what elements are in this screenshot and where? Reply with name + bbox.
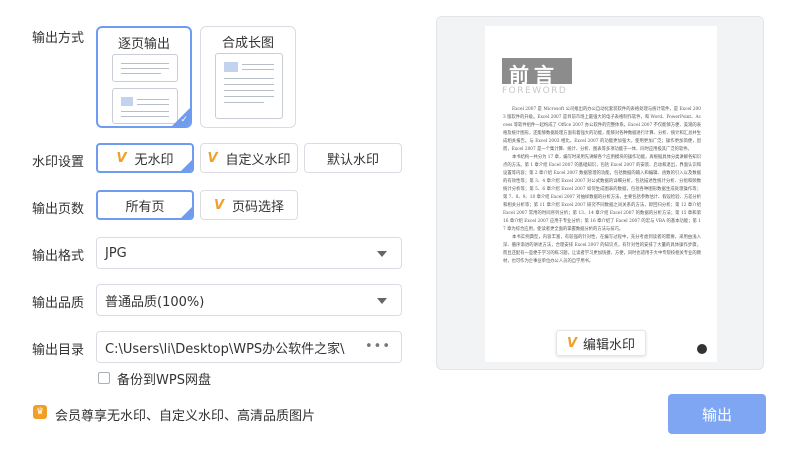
quality-label: 输出品质 — [32, 296, 85, 311]
preview-paragraph: Excel 2007 是 Microsoft 公司推出的办公自动化套装软件的表格… — [503, 107, 701, 152]
pages-all-button[interactable]: 所有页 — [96, 190, 194, 220]
v-watermark-icon: V — [213, 197, 225, 213]
pages-label: 输出页数 — [32, 202, 85, 217]
watermark-none-label: 无水印 — [134, 152, 174, 168]
preview-paragraph: 本书实例典型，内容丰富，有较强的针对性，在编写过程中，充分考虑到读者的需要，采用… — [503, 235, 701, 264]
preview-subheading: FOREWORD — [502, 86, 568, 96]
watermark-default-label: 默认水印 — [326, 152, 379, 168]
watermark-default-button[interactable]: 默认水印 — [304, 143, 402, 173]
long-image-thumb — [215, 53, 283, 119]
watermark-label: 水印设置 — [32, 155, 85, 170]
export-button[interactable]: 输出 — [668, 394, 766, 434]
format-select[interactable]: JPG — [96, 237, 402, 269]
per-page-thumb-bottom — [112, 88, 178, 124]
preview-page: 前言 FOREWORD Excel 2007 是 Microsoft 公司推出的… — [485, 26, 717, 362]
crown-icon: ♛ — [33, 405, 47, 419]
check-corner-icon — [181, 207, 192, 218]
directory-field[interactable]: C:\Users\li\Desktop\WPS办公软件之家\ ••• — [96, 331, 402, 363]
pages-select-button[interactable]: V 页码选择 — [200, 190, 298, 220]
output-mode-label: 输出方式 — [32, 31, 85, 46]
vip-note: 会员尊享无水印、自定义水印、高清品质图片 — [55, 409, 316, 424]
preview-panel: 前言 FOREWORD Excel 2007 是 Microsoft 公司推出的… — [436, 16, 764, 370]
mode-per-page-card[interactable]: 逐页输出 ✓ — [96, 26, 192, 128]
v-watermark-icon: V — [566, 335, 578, 351]
watermark-custom-label: 自定义水印 — [225, 152, 291, 168]
preview-body: Excel 2007 是 Microsoft 公司推出的办公自动化套装软件的表格… — [503, 106, 701, 336]
check-corner-icon — [181, 160, 192, 171]
directory-value: C:\Users\li\Desktop\WPS办公软件之家\ — [105, 341, 345, 357]
mode-long-image-label: 合成长图 — [221, 36, 274, 51]
checkmark-icon: ✓ — [180, 115, 188, 125]
v-watermark-icon: V — [116, 150, 127, 166]
per-page-thumb-top — [112, 54, 178, 82]
backup-label[interactable]: 备份到WPS网盘 — [117, 369, 211, 388]
quality-value: 普通品质(100%) — [105, 294, 205, 310]
edit-watermark-label: 编辑水印 — [583, 337, 636, 353]
preview-paragraph: 本书结构一共分为 17 章，编写时采用先讲解各个应用模块的操作功能，再根据具体分… — [503, 155, 701, 232]
chevron-down-icon — [377, 251, 387, 257]
backup-checkbox[interactable] — [98, 372, 110, 384]
chevron-down-icon — [377, 298, 387, 304]
directory-label: 输出目录 — [32, 343, 85, 358]
watermark-custom-button[interactable]: V 自定义水印 — [200, 143, 298, 173]
watermark-none-button[interactable]: V 无水印 — [96, 143, 194, 173]
quality-select[interactable]: 普通品质(100%) — [96, 284, 402, 316]
mode-long-image-card[interactable]: 合成长图 — [200, 26, 296, 128]
format-label: 输出格式 — [32, 249, 85, 264]
v-watermark-icon: V — [207, 150, 218, 166]
pages-all-label: 所有页 — [125, 199, 165, 215]
mode-per-page-label: 逐页输出 — [117, 37, 170, 52]
page-marker-dot — [697, 344, 707, 354]
pages-select-label: 页码选择 — [232, 199, 285, 215]
ellipsis-icon[interactable]: ••• — [365, 339, 391, 354]
format-value: JPG — [105, 245, 127, 261]
preview-heading: 前言 — [509, 63, 559, 87]
edit-watermark-button[interactable]: V 编辑水印 — [556, 330, 646, 356]
